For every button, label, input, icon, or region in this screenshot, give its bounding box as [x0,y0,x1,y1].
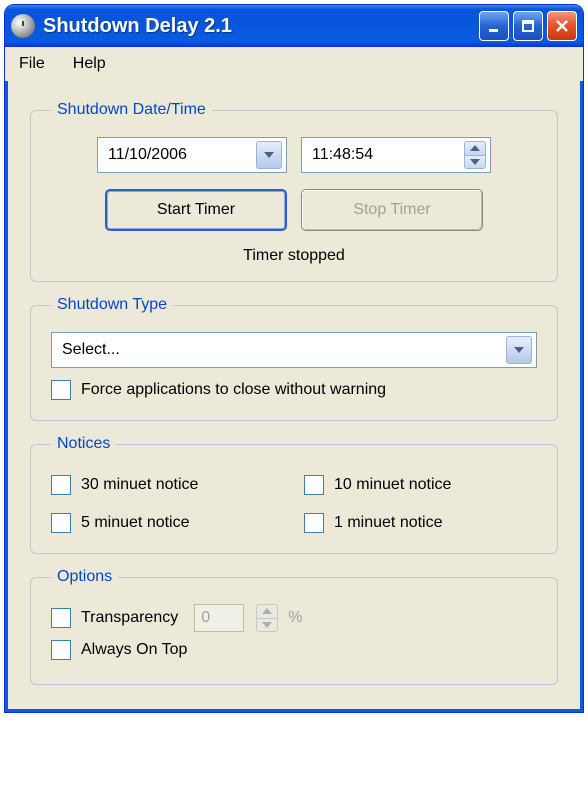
menubar: File Help [5,47,583,81]
always-on-top-label: Always On Top [81,641,187,659]
time-spin-down-icon[interactable] [464,155,486,170]
stop-timer-button: Stop Timer [301,189,483,231]
menu-file[interactable]: File [19,55,45,73]
date-dropdown-icon[interactable] [256,141,282,169]
app-window: Shutdown Delay 2.1 File Help Shutdown Da… [4,4,584,713]
titlebar[interactable]: Shutdown Delay 2.1 [5,5,583,47]
close-button[interactable] [547,11,577,41]
maximize-button[interactable] [513,11,543,41]
shutdown-datetime-group: Shutdown Date/Time 11/10/2006 11:48:54 [30,101,558,282]
shutdown-type-legend: Shutdown Type [51,296,173,314]
notice-10-checkbox[interactable] [304,475,324,495]
shutdown-type-group: Shutdown Type Select... Force applicatio… [30,296,558,421]
notice-30-checkbox[interactable] [51,475,71,495]
notices-group: Notices 30 minuet notice 10 minuet notic… [30,435,558,554]
force-close-checkbox[interactable] [51,380,71,400]
time-spinner[interactable] [464,141,486,169]
app-icon [11,14,35,38]
transparency-spin-down-icon [256,618,278,633]
content-area: Shutdown Date/Time 11/10/2006 11:48:54 [5,81,583,712]
start-timer-button[interactable]: Start Timer [105,189,287,231]
transparency-unit: % [288,609,302,627]
timer-status: Timer stopped [51,247,537,265]
time-spin-up-icon[interactable] [464,141,486,155]
options-legend: Options [51,568,118,586]
options-group: Options Transparency 0 % Always On Top [30,568,558,685]
date-picker[interactable]: 11/10/2006 [97,137,287,173]
notice-10-label: 10 minuet notice [334,476,451,494]
notice-1-label: 1 minuet notice [334,514,443,532]
window-title: Shutdown Delay 2.1 [43,15,475,38]
transparency-value: 0 [201,609,210,627]
transparency-spin-up-icon [256,604,278,618]
transparency-label: Transparency [81,609,178,627]
transparency-checkbox[interactable] [51,608,71,628]
time-value: 11:48:54 [312,146,373,164]
shutdown-type-select[interactable]: Select... [51,332,537,368]
shutdown-type-value: Select... [62,341,120,359]
notice-1-checkbox[interactable] [304,513,324,533]
date-value: 11/10/2006 [108,146,187,164]
notices-legend: Notices [51,435,116,453]
always-on-top-checkbox[interactable] [51,640,71,660]
shutdown-datetime-legend: Shutdown Date/Time [51,101,212,119]
notice-5-label: 5 minuet notice [81,514,190,532]
notice-30-label: 30 minuet notice [81,476,198,494]
shutdown-type-dropdown-icon[interactable] [506,336,532,364]
time-picker[interactable]: 11:48:54 [301,137,491,173]
force-close-label: Force applications to close without warn… [81,381,386,399]
menu-help[interactable]: Help [73,55,106,73]
transparency-spinner [256,604,278,632]
transparency-input: 0 [194,604,244,632]
notice-5-checkbox[interactable] [51,513,71,533]
minimize-button[interactable] [479,11,509,41]
